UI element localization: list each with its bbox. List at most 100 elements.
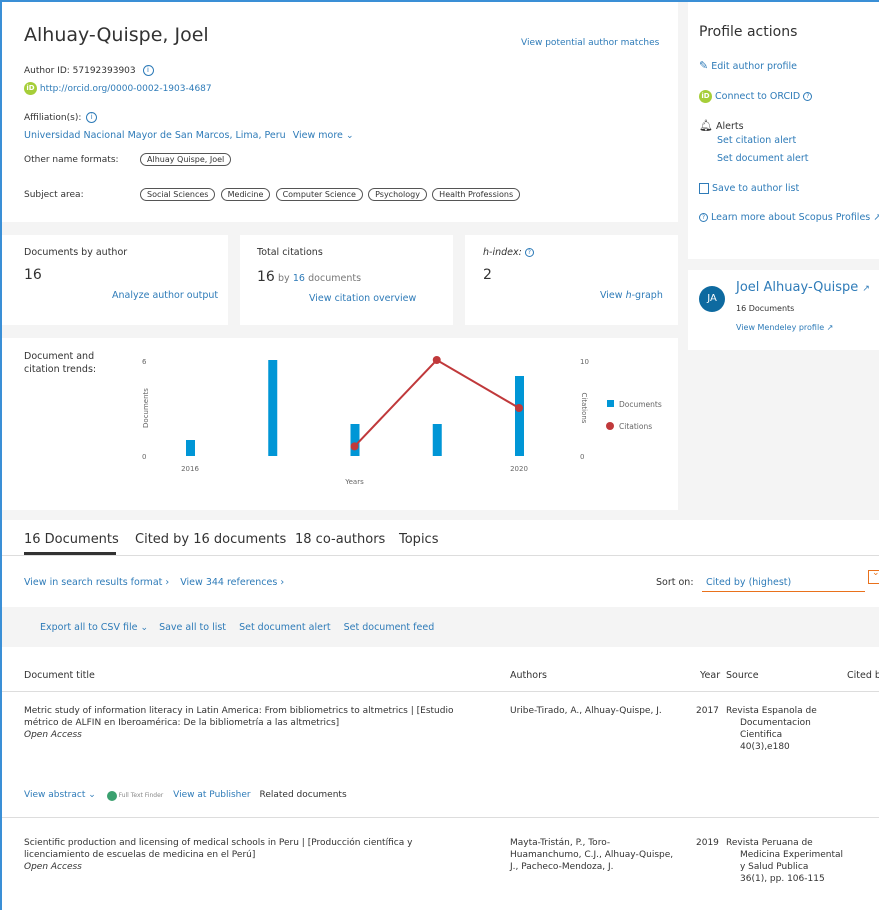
doc-source-line[interactable]: y Salud Publica (740, 862, 808, 872)
view-mendeley-profile-link[interactable]: View Mendeley profile ↗ (736, 323, 833, 332)
subject-pill[interactable]: Computer Science (275, 188, 363, 201)
open-access-label: Open Access (24, 862, 82, 872)
point-citations (515, 404, 523, 412)
doc-title-line[interactable]: Metric study of information literacy in … (24, 706, 453, 716)
doc-authors-line[interactable]: J., Pacheco-Mendoza, J. (510, 862, 614, 872)
y-axis-label: Documents (142, 388, 150, 428)
view-references-link[interactable]: View 344 references › (180, 577, 284, 588)
subject-pill[interactable]: Medicine (220, 188, 271, 201)
legend-swatch-citations (606, 422, 614, 430)
orcid-icon: iD (699, 90, 712, 103)
tab-documents[interactable]: 16 Documents (24, 532, 119, 547)
subject-area-row: Social Sciences Medicine Computer Scienc… (140, 188, 522, 201)
legend-label-documents: Documents (619, 400, 662, 409)
view-abstract-link[interactable]: View abstract ⌄ (24, 790, 96, 800)
doc-authors-line[interactable]: Mayta-Tristán, P., Toro- (510, 838, 610, 848)
mendeley-name: Joel Alhuay-Quispe (736, 280, 859, 295)
subject-pill[interactable]: Psychology (368, 188, 427, 201)
doc-authors[interactable]: Uribe-Tirado, A., Alhuay-Quispe, J. (510, 706, 662, 716)
author-id-text: Author ID: 57192393903 (24, 66, 136, 76)
edit-author-profile-link[interactable]: ✎ Edit author profile (699, 59, 797, 72)
chevron-right-icon: › (165, 577, 170, 588)
doc-title-line[interactable]: Scientific production and licensing of m… (24, 838, 412, 848)
legend-swatch-documents (607, 400, 614, 407)
set-document-feed-link[interactable]: Set document feed (344, 622, 435, 633)
analyze-author-output-link[interactable]: Analyze author output (112, 290, 218, 301)
view-hgraph-link[interactable]: View h-graph (600, 290, 663, 301)
profile-actions-title: Profile actions (699, 24, 798, 40)
save-all-link[interactable]: Save all to list (159, 622, 226, 633)
other-name-pill: Alhuay Quispe, Joel (140, 153, 232, 166)
citation-overview-link[interactable]: View citation overview (309, 293, 416, 304)
chevron-down-icon: ⌄ (345, 131, 354, 141)
legend-label-citations: Citations (619, 422, 652, 431)
orcid-icon: iD (24, 82, 37, 95)
doc-source-line[interactable]: Revista Peruana de (726, 838, 813, 848)
tab-cited-by[interactable]: Cited by 16 documents (135, 532, 286, 547)
sort-dropdown-button[interactable]: ⌄ (868, 568, 879, 584)
help-icon[interactable]: ? (524, 248, 534, 257)
learn-more-link[interactable]: ? Learn more about Scopus Profiles ↗ (699, 212, 879, 223)
doc-year: 2019 (696, 838, 719, 848)
view-potential-matches-link[interactable]: View potential author matches (521, 38, 659, 48)
col-cited[interactable]: Cited b (847, 670, 879, 681)
alerts-row: 🔔︎ Alerts (699, 119, 744, 132)
documents-value: 16 (24, 267, 42, 283)
help-icon[interactable]: ? (803, 92, 813, 101)
doc-title-line[interactable]: métrico de ALFIN en Iberoamérica: De la … (24, 718, 339, 728)
bar-documents (268, 360, 278, 456)
view-at-publisher-link[interactable]: View at Publisher (173, 790, 250, 800)
affiliation-link[interactable]: Universidad Nacional Mayor de San Marcos… (24, 130, 286, 141)
other-names-row: Alhuay Quispe, Joel (140, 153, 233, 166)
doc-source-line[interactable]: Revista Espanola de (726, 706, 817, 716)
hgraph-suffix: -graph (631, 290, 663, 301)
related-documents-link[interactable]: Related documents (260, 790, 347, 800)
tab-co-authors[interactable]: 18 co-authors (295, 532, 385, 547)
bar-documents (432, 424, 442, 456)
point-citations (350, 442, 359, 451)
set-document-alert-link[interactable]: Set document alert (239, 622, 331, 633)
save-list-label: Save to author list (712, 183, 800, 194)
citations-docs-suffix: documents (308, 273, 362, 284)
doc-authors-line[interactable]: Huamanchumo, C.J., Alhuay-Quispe, (510, 850, 673, 860)
x-tick-label: 2016 (181, 465, 199, 473)
other-names-label: Other name formats: (24, 155, 119, 165)
info-icon[interactable]: i (142, 65, 154, 76)
col-title[interactable]: Document title (24, 670, 95, 681)
subject-pill[interactable]: Health Professions (432, 188, 521, 201)
x-axis-label: Years (344, 478, 364, 486)
col-year[interactable]: Year (700, 670, 720, 681)
set-citation-alert-link[interactable]: Set citation alert (717, 135, 796, 146)
view-search-format-link[interactable]: View in search results format › (24, 577, 169, 588)
orcid-row: iD http://orcid.org/0000-0002-1903-4687 (24, 82, 212, 95)
doc-source-line[interactable]: Documentacion (740, 718, 811, 728)
set-document-alert-link[interactable]: Set document alert (717, 153, 809, 164)
doc-source-line[interactable]: Medicina Experimental (740, 850, 843, 860)
mendeley-name-link[interactable]: Joel Alhuay-Quispe ↗ (736, 280, 870, 295)
citations-label: Total citations (257, 247, 323, 258)
table-header: Document title Authors Year Source Cited… (2, 662, 879, 692)
sort-select[interactable]: Cited by (highest) (702, 570, 865, 592)
doc-source-line[interactable]: Cientifica (740, 730, 782, 740)
col-authors[interactable]: Authors (510, 670, 547, 681)
documents-metric-panel: Documents by author 16 Analyze author ou… (2, 235, 228, 325)
connect-orcid-link[interactable]: iD Connect to ORCID ? (699, 90, 813, 103)
chevron-down-icon: ⌄ (872, 568, 879, 578)
mendeley-avatar: JA (699, 286, 725, 312)
citations-value: 16 (257, 269, 275, 285)
save-to-author-list-link[interactable]: Save to author list (699, 183, 799, 194)
view-abstract-label: View abstract (24, 790, 86, 800)
point-citations (432, 356, 441, 364)
subject-pill[interactable]: Social Sciences (140, 188, 216, 201)
doc-title-line[interactable]: licenciamiento de escuelas de medicina e… (24, 850, 255, 860)
tab-topics[interactable]: Topics (399, 532, 438, 547)
info-icon[interactable]: i (86, 112, 98, 123)
row-links: View abstract ⌄ Full Text Finder View at… (24, 790, 347, 801)
orcid-link[interactable]: http://orcid.org/0000-0002-1903-4687 (40, 84, 212, 94)
citations-docs-link[interactable]: 16 (293, 273, 305, 284)
view-more-link[interactable]: View more ⌄ (293, 130, 354, 141)
export-csv-link[interactable]: Export all to CSV file ⌄ (40, 622, 148, 633)
col-source[interactable]: Source (726, 670, 759, 681)
fulltext-finder-button[interactable]: Full Text Finder (106, 790, 166, 801)
trends-chart: 6 0 10 0 Documents Citations Years 2016 2020 Docu… (142, 356, 662, 486)
